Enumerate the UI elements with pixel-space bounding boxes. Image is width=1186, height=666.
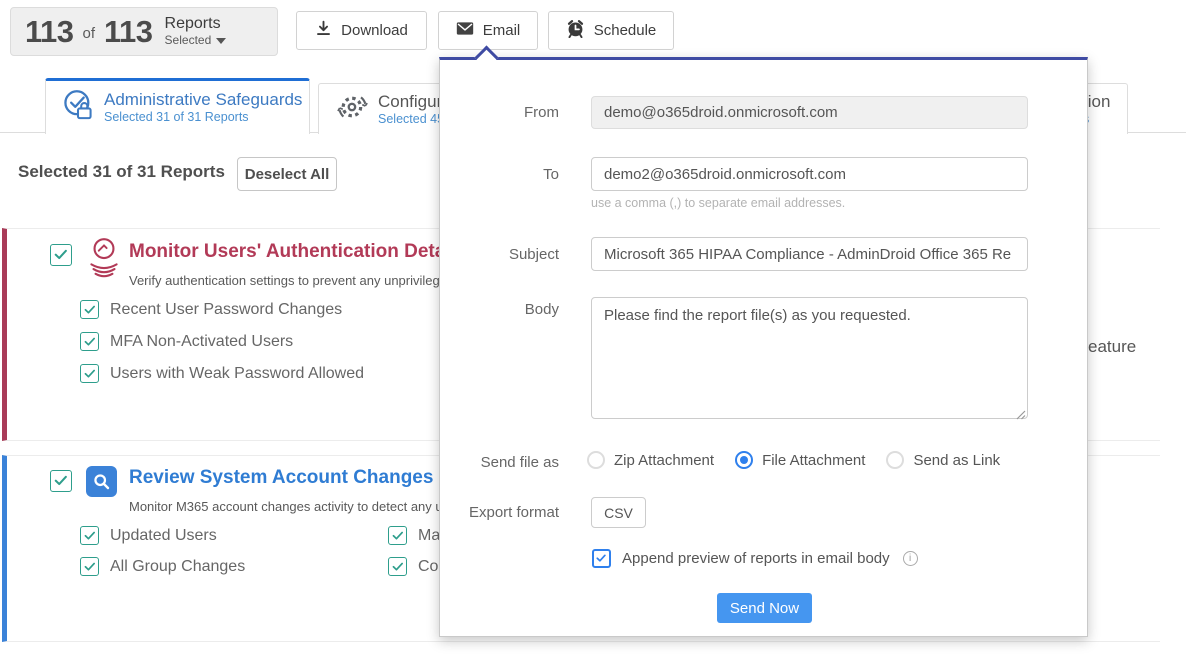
info-icon[interactable]: i (903, 551, 918, 566)
deselect-all-button[interactable]: Deselect All (237, 157, 337, 191)
report-checkbox[interactable] (388, 526, 407, 545)
report-item-label: Updated Users (110, 527, 217, 545)
body-label: Body (440, 301, 559, 318)
schedule-button[interactable]: Schedule (548, 11, 674, 50)
export-format-csv-button[interactable]: CSV (591, 497, 646, 528)
email-dialog: From To use a comma (,) to separate emai… (439, 57, 1088, 637)
caret-down-icon (216, 38, 226, 44)
send-file-as-options: Zip Attachment File Attachment Send as L… (587, 451, 1012, 469)
append-preview-label: Append preview of reports in email body (622, 550, 890, 567)
subject-label: Subject (440, 246, 559, 263)
search-icon (86, 466, 117, 497)
total-count: 113 (104, 14, 153, 50)
report-checkbox[interactable] (80, 332, 99, 351)
email-icon (456, 21, 474, 40)
reports-label: Reports (165, 15, 227, 33)
download-button[interactable]: Download (296, 11, 427, 50)
card1-title: Monitor Users' Authentication Details (129, 241, 466, 263)
radio-send-as-link-label[interactable]: Send as Link (913, 452, 1000, 469)
selection-summary: Selected 31 of 31 Reports (18, 162, 225, 182)
email-button-label: Email (483, 22, 521, 39)
send-file-as-label: Send file as (440, 454, 559, 471)
alarm-clock-icon (566, 19, 585, 42)
fingerprint-icon (86, 236, 122, 283)
radio-send-as-link[interactable] (886, 451, 904, 469)
export-format-label: Export format (440, 504, 559, 521)
from-label: From (440, 104, 559, 121)
selected-label: Selected (165, 34, 212, 48)
check-lock-icon (62, 89, 94, 126)
tab-administrative-safeguards[interactable]: Administrative Safeguards Selected 31 of… (45, 78, 310, 134)
report-item-label: All Group Changes (110, 558, 245, 576)
of-label: of (81, 25, 98, 42)
radio-file-attachment[interactable] (735, 451, 753, 469)
background-text-fragment: eature (1088, 337, 1136, 357)
report-checkbox[interactable] (80, 364, 99, 383)
report-checkbox[interactable] (80, 300, 99, 319)
radio-zip-attachment[interactable] (587, 451, 605, 469)
schedule-button-label: Schedule (594, 22, 657, 39)
tab-administrative-sub: Selected 31 of 31 Reports (104, 110, 302, 126)
to-field[interactable] (591, 157, 1028, 191)
send-now-button[interactable]: Send Now (717, 593, 812, 623)
body-field[interactable]: Please find the report file(s) as you re… (591, 297, 1028, 419)
report-item-label: Users with Weak Password Allowed (110, 365, 364, 383)
report-checkbox[interactable] (80, 557, 99, 576)
textarea-resize-handle[interactable] (1016, 407, 1026, 425)
from-field (591, 96, 1028, 129)
tab-administrative-label: Administrative Safeguards (104, 89, 302, 110)
report-item-label: MFA Non-Activated Users (110, 333, 293, 351)
card1-checkbox[interactable] (50, 244, 72, 266)
page: 113 of 113 Reports Selected Download Ema… (0, 0, 1186, 666)
report-item-label: Recent User Password Changes (110, 301, 342, 319)
email-button[interactable]: Email (438, 11, 538, 50)
subject-field[interactable] (591, 237, 1028, 271)
to-label: To (440, 166, 559, 183)
radio-zip-attachment-label[interactable]: Zip Attachment (614, 452, 714, 469)
report-checkbox[interactable] (388, 557, 407, 576)
to-hint: use a comma (,) to separate email addres… (591, 196, 845, 210)
radio-file-attachment-label[interactable]: File Attachment (762, 452, 865, 469)
card2-title: Review System Account Changes (129, 467, 433, 489)
report-checkbox[interactable] (80, 526, 99, 545)
card2-checkbox[interactable] (50, 470, 72, 492)
download-icon (315, 20, 332, 41)
append-preview-checkbox[interactable] (592, 549, 611, 568)
gear-sync-icon (337, 91, 369, 128)
selected-count: 113 (25, 14, 74, 50)
reports-selected-counter[interactable]: 113 of 113 Reports Selected (10, 7, 278, 56)
download-button-label: Download (341, 22, 408, 39)
